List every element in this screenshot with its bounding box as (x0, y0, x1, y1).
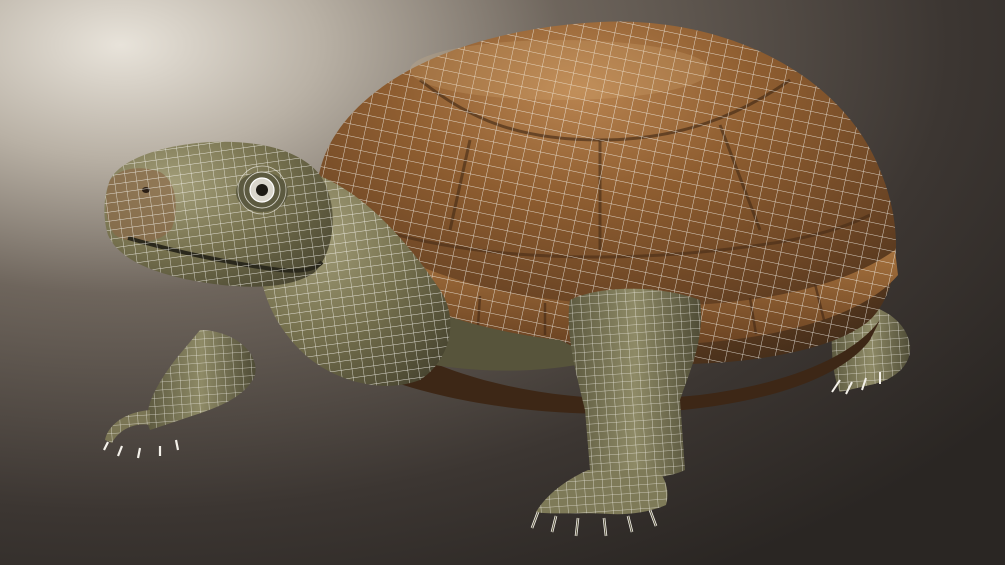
turtle-render (0, 0, 1005, 565)
render-viewport (0, 0, 1005, 565)
